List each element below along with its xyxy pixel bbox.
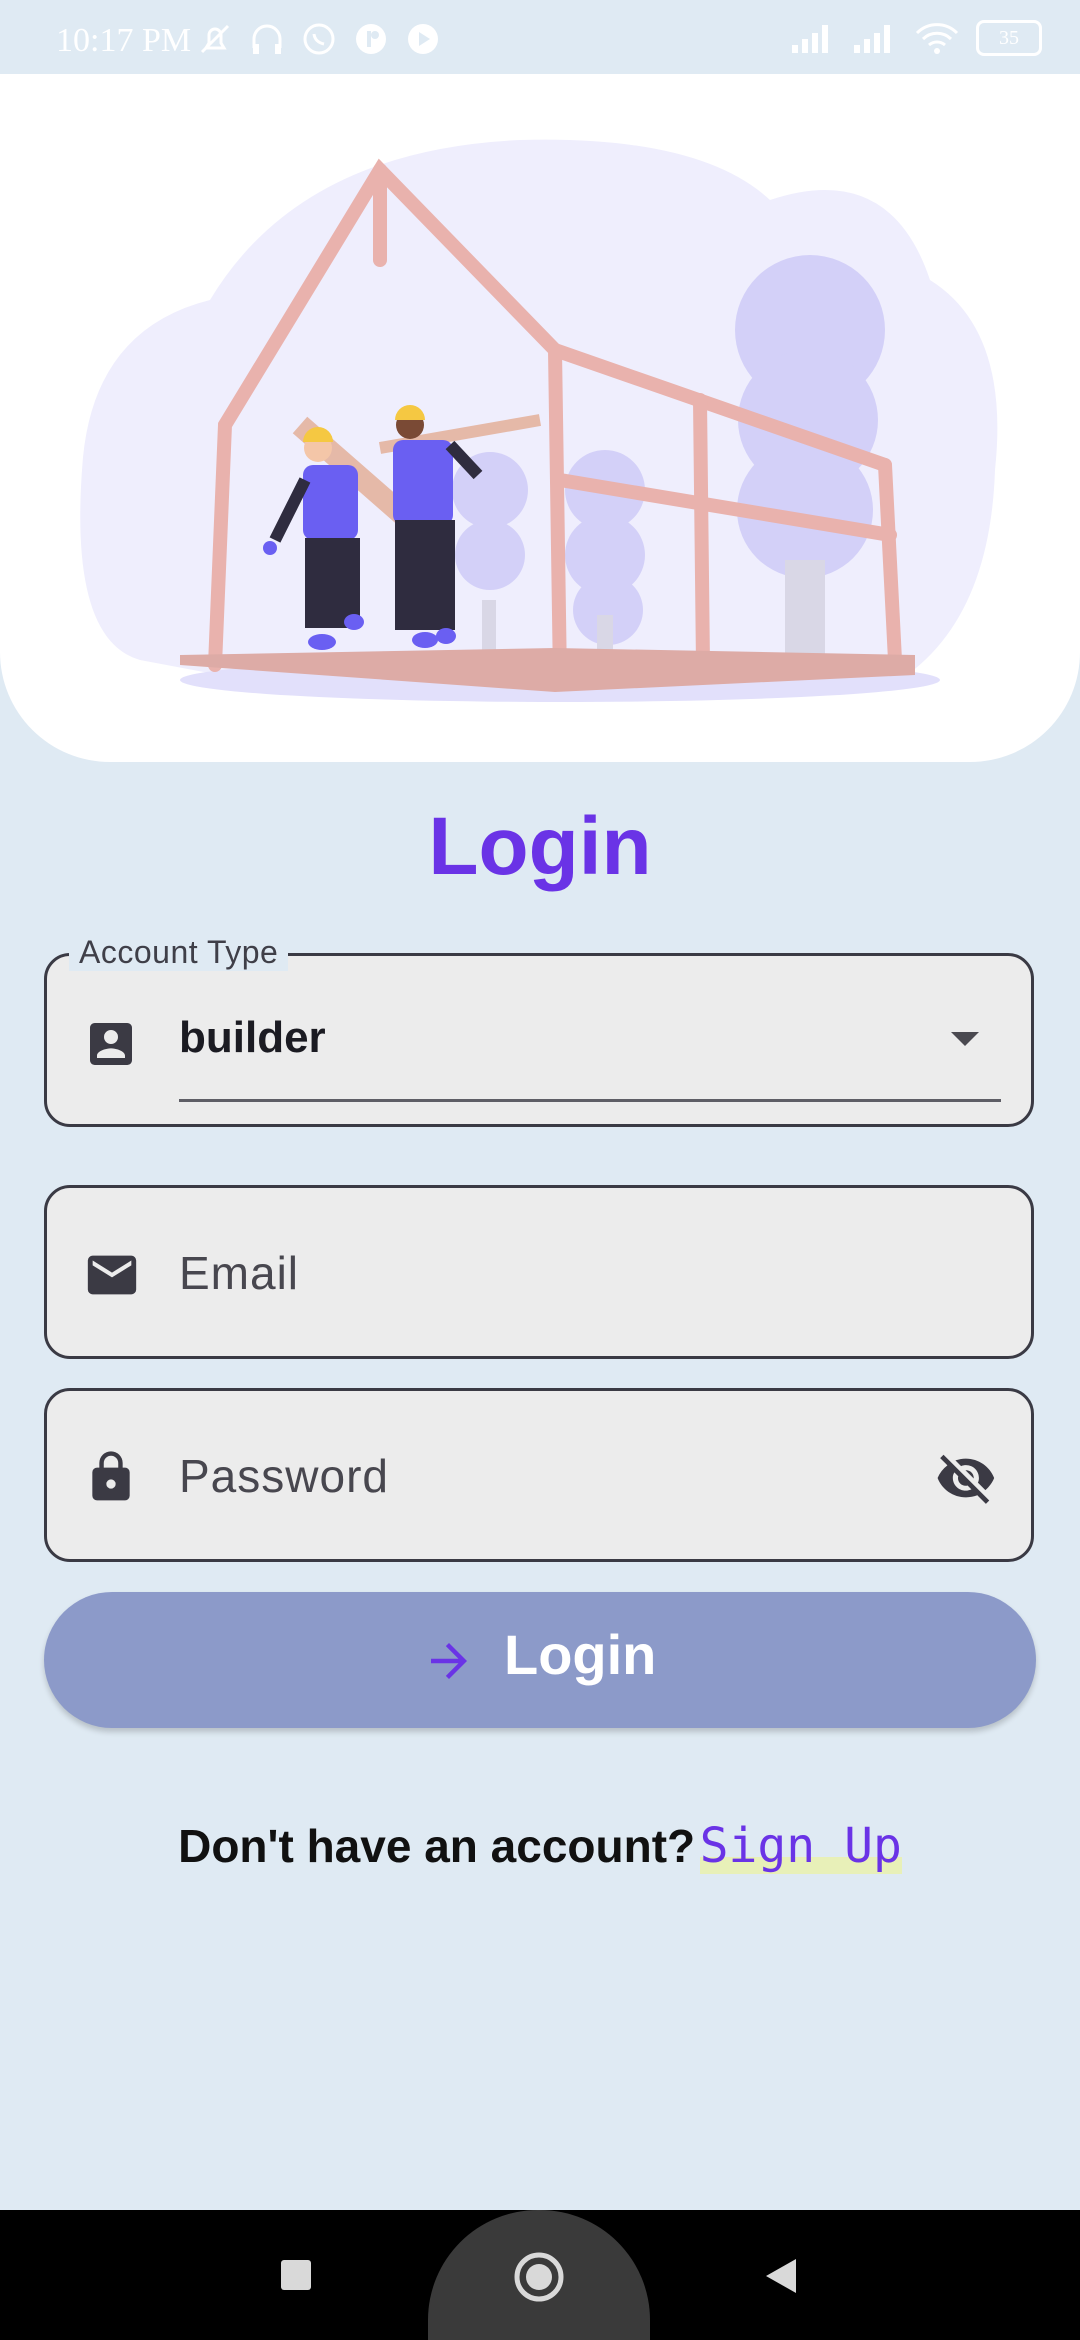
construction-illustration — [80, 139, 998, 702]
chevron-down-icon[interactable] — [949, 1028, 981, 1048]
password-placeholder: Password — [179, 1450, 389, 1502]
visibility-off-icon[interactable] — [935, 1447, 997, 1509]
status-time: 10:17 PM — [56, 22, 192, 59]
signal-icon — [792, 25, 828, 53]
headphones-icon — [252, 24, 282, 54]
status-bar: 10:17 PM 35 — [0, 0, 1080, 74]
wifi-icon — [915, 23, 959, 54]
battery-icon: 35 — [976, 20, 1042, 56]
page-title: Login — [428, 801, 652, 892]
signal-icon — [854, 25, 890, 53]
email-placeholder: Email — [179, 1247, 300, 1299]
recents-icon[interactable] — [278, 2257, 314, 2293]
home-icon[interactable] — [512, 2250, 566, 2304]
app-icon — [356, 24, 386, 54]
email-field[interactable]: Email — [44, 1185, 1034, 1359]
account-type-dropdown[interactable]: Account Type builder — [44, 934, 1034, 1127]
arrow-right-icon — [431, 1643, 467, 1679]
back-icon[interactable] — [762, 2256, 800, 2296]
password-field[interactable]: Password — [44, 1388, 1034, 1562]
mute-icon — [200, 24, 230, 54]
hero-illustration — [0, 74, 1080, 762]
signup-link[interactable]: Sign Up — [699, 1818, 902, 1874]
dropdown-underline — [179, 1099, 1001, 1102]
account-type-label: Account Type — [69, 934, 289, 971]
system-icons: 35 — [790, 20, 1042, 56]
login-button-label: Login — [504, 1623, 657, 1686]
signup-row: Don't have an account? Sign Up — [0, 1818, 1080, 1874]
lock-icon — [92, 1451, 130, 1501]
youtube-icon — [408, 24, 438, 54]
mail-icon — [87, 1255, 137, 1295]
signup-prompt: Don't have an account? — [178, 1820, 696, 1872]
account-box-icon — [90, 1023, 132, 1065]
login-button[interactable]: Login — [44, 1592, 1036, 1728]
account-type-value: builder — [179, 1013, 326, 1062]
notification-icons — [196, 20, 442, 58]
whatsapp-icon — [303, 23, 335, 55]
